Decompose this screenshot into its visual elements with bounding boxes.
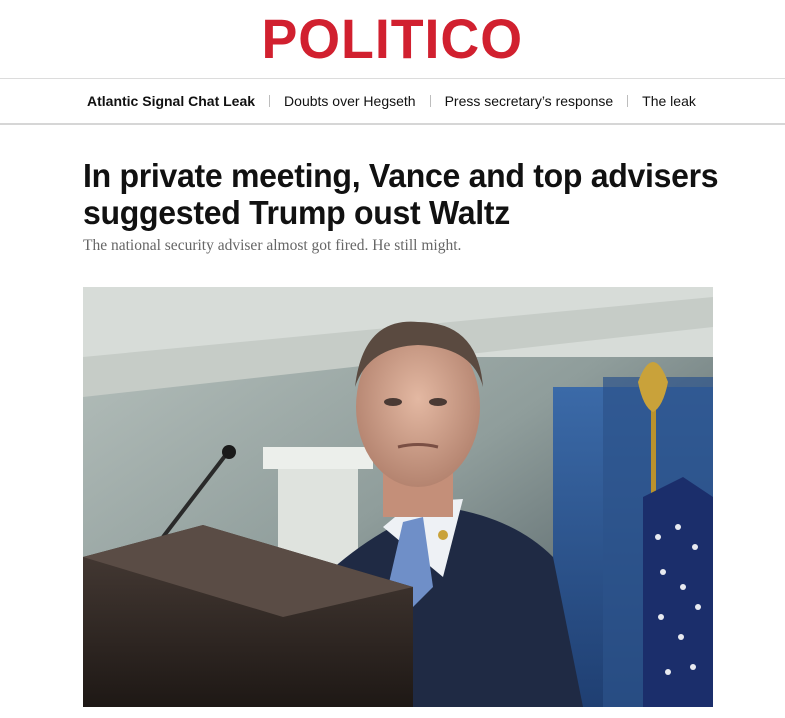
topic-link-press-secretary-response[interactable]: Press secretary’s response	[445, 93, 614, 109]
article-dek: The national security adviser almost got…	[83, 237, 462, 254]
topic-divider	[429, 95, 431, 107]
politico-logo[interactable]: POLITICO	[262, 11, 524, 67]
headline[interactable]: In private meeting, Vance and top advise…	[83, 157, 723, 231]
masthead: POLITICO	[0, 0, 785, 78]
topic-divider	[269, 95, 271, 107]
article: In private meeting, Vance and top advise…	[0, 157, 785, 707]
topic-link-the-leak[interactable]: The leak	[642, 93, 696, 109]
topic-nav: Atlantic Signal Chat Leak Doubts over He…	[0, 78, 785, 125]
topic-link-atlantic-signal-chat-leak[interactable]: Atlantic Signal Chat Leak	[87, 93, 255, 109]
topic-divider	[627, 95, 629, 107]
topic-link-doubts-over-hegseth[interactable]: Doubts over Hegseth	[284, 93, 416, 109]
press-briefing-photo	[83, 287, 713, 707]
lead-image[interactable]	[83, 287, 713, 707]
